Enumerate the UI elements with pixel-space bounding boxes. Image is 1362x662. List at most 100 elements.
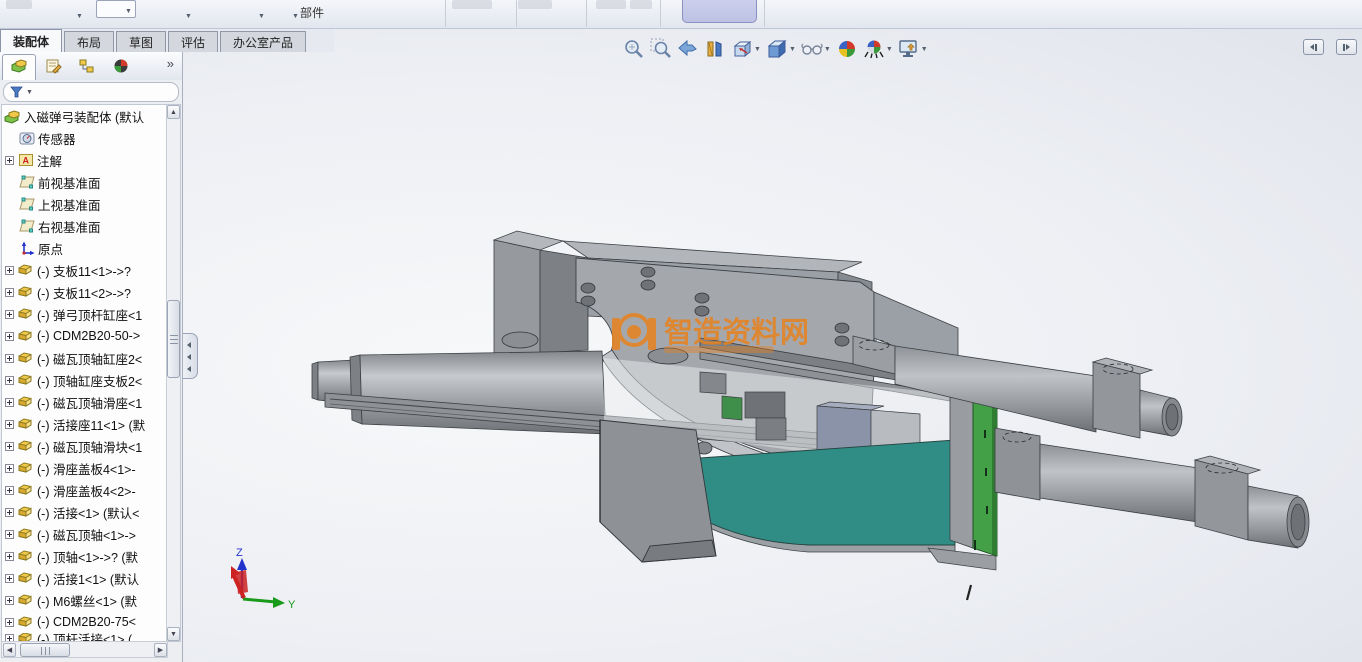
dropdown-arrow-icon[interactable]: ▼ bbox=[789, 46, 796, 53]
model-lower-right-cylinder[interactable] bbox=[995, 428, 1309, 548]
display-style-button[interactable]: ▼ bbox=[765, 37, 797, 61]
tree-item[interactable]: (-) 活接<1> (默认< bbox=[2, 501, 166, 523]
tree-item[interactable]: (-) 磁瓦顶轴<1>-> bbox=[2, 523, 166, 545]
dropdown-arrow-icon[interactable]: ▼ bbox=[76, 13, 83, 20]
expander-plus-icon[interactable] bbox=[5, 552, 14, 561]
expander-plus-icon[interactable] bbox=[5, 508, 14, 517]
tree-item[interactable]: 右视基准面 bbox=[2, 215, 166, 237]
expander-plus-icon[interactable] bbox=[5, 618, 14, 627]
expander-plus-icon[interactable] bbox=[5, 486, 14, 495]
scroll-left-button[interactable]: ◀ bbox=[3, 643, 16, 657]
tree-item[interactable]: (-) M6螺丝<1> (默 bbox=[2, 589, 166, 611]
display-manager-tab-icon bbox=[112, 58, 130, 77]
expander-plus-icon[interactable] bbox=[5, 332, 14, 341]
expander-plus-icon[interactable] bbox=[5, 288, 14, 297]
view-settings-icon bbox=[898, 38, 920, 60]
view-orientation-button[interactable]: ▼ bbox=[730, 37, 762, 61]
scroll-right-button[interactable]: ▶ bbox=[154, 643, 167, 657]
tree-item[interactable]: A注解 bbox=[2, 149, 166, 171]
tree-item[interactable]: 上视基准面 bbox=[2, 193, 166, 215]
collapse-right-pane-button[interactable] bbox=[1336, 39, 1357, 55]
tree-item[interactable]: (-) 磁瓦顶轴滑座<1 bbox=[2, 391, 166, 413]
part-icon bbox=[17, 527, 34, 542]
part-icon bbox=[17, 549, 34, 564]
tree-item[interactable]: 前视基准面 bbox=[2, 171, 166, 193]
tab-layout[interactable]: 布局 bbox=[64, 31, 114, 52]
expander-plus-icon[interactable] bbox=[5, 530, 14, 539]
dropdown-arrow-icon[interactable]: ▼ bbox=[292, 13, 299, 20]
tree-item[interactable]: (-) 支板11<1>->? bbox=[2, 259, 166, 281]
horizontal-scroll-thumb[interactable] bbox=[20, 643, 70, 657]
apply-scene-button[interactable]: ▼ bbox=[862, 37, 894, 61]
collapse-left-pane-button[interactable] bbox=[1303, 39, 1324, 55]
model-center-block[interactable] bbox=[600, 420, 716, 562]
tree-root-item[interactable]: 入磁弹弓装配体 (默认 bbox=[2, 105, 166, 127]
dropdown-arrow-icon[interactable]: ▼ bbox=[258, 13, 265, 20]
tree-item[interactable]: 传感器 bbox=[2, 127, 166, 149]
tree-item[interactable]: (-) 支板11<2>->? bbox=[2, 281, 166, 303]
section-view-button[interactable] bbox=[703, 37, 727, 61]
tab-office-products[interactable]: 办公室产品 bbox=[220, 31, 306, 52]
insert-component-button[interactable]: 部件 bbox=[300, 4, 324, 21]
tree-item[interactable]: (-) 活接座11<1> (默 bbox=[2, 413, 166, 435]
scroll-up-button[interactable]: ▲ bbox=[167, 105, 180, 119]
expander-plus-icon[interactable] bbox=[5, 398, 14, 407]
expander-plus-icon[interactable] bbox=[5, 634, 14, 642]
dropdown-arrow-icon[interactable]: ▼ bbox=[754, 46, 761, 53]
tree-item[interactable]: (-) 活接1<1> (默认 bbox=[2, 567, 166, 589]
expander-plus-icon[interactable] bbox=[5, 310, 14, 319]
overflow-chevron-icon[interactable]: » bbox=[167, 56, 174, 71]
tab-sketch[interactable]: 草图 bbox=[116, 31, 166, 52]
model-viewport[interactable]: 智造资料网 Z Y bbox=[0, 0, 1362, 662]
tree-item[interactable]: 原点 bbox=[2, 237, 166, 259]
hide-show-items-button[interactable]: ▼ bbox=[800, 37, 832, 61]
tree-item[interactable]: (-) 顶轴<1>->? (默 bbox=[2, 545, 166, 567]
zoom-to-area-button[interactable] bbox=[649, 37, 673, 61]
dropdown-arrow-icon[interactable]: ▼ bbox=[185, 13, 192, 20]
tree-item[interactable]: (-) 磁瓦顶轴滑块<1 bbox=[2, 435, 166, 457]
dropdown-arrow-icon[interactable]: ▼ bbox=[824, 46, 831, 53]
tab-assembly[interactable]: 装配体 bbox=[0, 29, 62, 52]
tree-vertical-scrollbar[interactable]: ▲ ▼ bbox=[166, 105, 180, 641]
dropdown-arrow-icon[interactable]: ▼ bbox=[26, 89, 33, 96]
previous-view-button[interactable] bbox=[676, 37, 700, 61]
zoom-to-fit-button[interactable] bbox=[622, 37, 646, 61]
dropdown-arrow-icon[interactable]: ▼ bbox=[886, 46, 893, 53]
tree-item[interactable]: (-) CDM2B20-75< bbox=[2, 611, 166, 633]
tree-filter-field[interactable]: ▼ bbox=[3, 82, 179, 102]
tree-item[interactable]: (-) 弹弓顶杆缸座<1 bbox=[2, 303, 166, 325]
panel-collapse-handle[interactable] bbox=[183, 333, 198, 379]
zoom-to-area-icon bbox=[650, 38, 672, 60]
active-ribbon-button[interactable] bbox=[682, 0, 757, 23]
tree-item[interactable]: (-) 滑座盖板4<2>- bbox=[2, 479, 166, 501]
expander-plus-icon[interactable] bbox=[5, 156, 14, 165]
view-settings-button[interactable]: ▼ bbox=[897, 37, 929, 61]
tree-item[interactable]: (-) 磁瓦顶轴缸座2< bbox=[2, 347, 166, 369]
scroll-down-button[interactable]: ▼ bbox=[167, 627, 180, 641]
tree-item[interactable]: (-) 顶杆活接<1> ( bbox=[2, 633, 166, 641]
display-manager-tab[interactable] bbox=[104, 54, 138, 80]
dropdown-arrow-icon[interactable]: ▼ bbox=[921, 46, 928, 53]
part-icon bbox=[17, 461, 34, 476]
expander-plus-icon[interactable] bbox=[5, 420, 14, 429]
expander-plus-icon[interactable] bbox=[5, 376, 14, 385]
tree-horizontal-scrollbar[interactable]: ◀ ▶ bbox=[1, 641, 168, 658]
feature-manager-tab[interactable] bbox=[2, 54, 36, 80]
tree-item[interactable]: (-) CDM2B20-50-> bbox=[2, 325, 166, 347]
dropdown-arrow-icon[interactable]: ▼ bbox=[125, 8, 132, 15]
expander-plus-icon[interactable] bbox=[5, 266, 14, 275]
expander-plus-icon[interactable] bbox=[5, 442, 14, 451]
tree-item[interactable]: (-) 顶轴缸座支板2< bbox=[2, 369, 166, 391]
property-manager-tab[interactable] bbox=[36, 54, 70, 80]
expander-plus-icon[interactable] bbox=[5, 354, 14, 363]
expander-plus-icon[interactable] bbox=[5, 596, 14, 605]
edit-appearance-button[interactable] bbox=[835, 37, 859, 61]
expander-plus-icon[interactable] bbox=[5, 464, 14, 473]
ribbon-combo-box[interactable]: ▼ bbox=[96, 0, 136, 18]
configuration-manager-tab[interactable] bbox=[70, 54, 104, 80]
vertical-scroll-thumb[interactable] bbox=[167, 300, 180, 378]
tab-evaluate[interactable]: 评估 bbox=[168, 31, 218, 52]
part-icon bbox=[17, 593, 34, 608]
expander-plus-icon[interactable] bbox=[5, 574, 14, 583]
tree-item[interactable]: (-) 滑座盖板4<1>- bbox=[2, 457, 166, 479]
